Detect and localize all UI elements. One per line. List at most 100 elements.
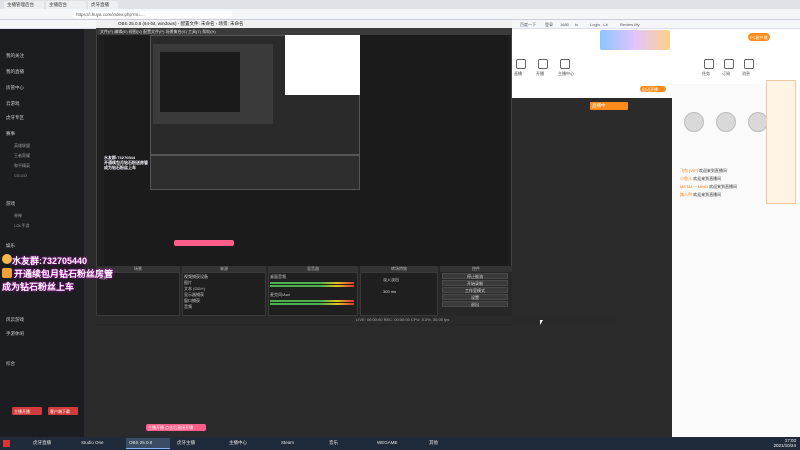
preview-overlay-text: 水友群:73270544 开通续包月钻石粉送房管 成为钻石粉丝上车 [104, 155, 154, 185]
bookmark[interactable]: 百度一下 [520, 22, 536, 28]
system-clock[interactable]: 17:03 2021/10/24 [773, 438, 796, 448]
taskbar-item[interactable]: 音乐 [326, 438, 370, 449]
chat-message: 飞鸟 [VIP] 欢迎来到直播间 [680, 168, 727, 173]
obs-status-bar: LIVE: 00:00:00 REC: 00:00:00 CPU: 5.3%, … [96, 316, 616, 324]
nested-tooltip [174, 240, 234, 246]
taskbar-item[interactable]: 主播中心 [226, 438, 274, 449]
taskbar-item[interactable]: 虎牙直播 [30, 438, 74, 449]
stream-overlay: 水友群:732705440 开通续包月钻石粉丝房管 成为钻石粉丝上车 [0, 254, 140, 294]
taskbar: 虎牙直播 Studio One OBS 25.0.8 虎牙主播 主播中心 Ste… [0, 437, 800, 450]
anchor-center-icon[interactable] [560, 59, 570, 69]
transitions-dock[interactable]: 淡入淡出 300 ms [360, 272, 438, 316]
bookmark[interactable]: Login - Lit [590, 22, 608, 27]
sidebar-grid-item[interactable]: 原神 [14, 213, 22, 219]
message-icon[interactable] [744, 59, 754, 69]
site-sidebar: 我的关注 我的直播 房管中心 云游戏 虎牙专区 赛事 英雄联盟 王者荣耀 和平精… [0, 29, 84, 437]
start-live-tooltip[interactable]: 主播开播 点击后直接开播 [146, 424, 206, 431]
subscribe-icon[interactable] [724, 59, 734, 69]
mixer-label: 桌面音频 [270, 274, 286, 279]
obs-menu-bar[interactable]: 文件(F) 编辑(E) 视图(V) 配置文件(P) 场景集合(S) 工具(T) … [96, 28, 512, 35]
header-label[interactable]: 订阅 [722, 71, 730, 77]
live-status-badge: 直播中 [590, 102, 628, 110]
header-label[interactable]: 主播中心 [558, 71, 574, 77]
url-input[interactable]: https://i.huya.com/index.php?m=... [72, 11, 232, 18]
sidebar-item[interactable]: 赛事 [6, 131, 15, 137]
settings-button[interactable]: 设置 [442, 294, 508, 300]
audio-meter [270, 282, 354, 284]
source-item[interactable]: 音频 [184, 304, 192, 310]
auto-live-tag[interactable]: 自动开播 [640, 86, 666, 92]
header-label[interactable]: 消息 [742, 71, 750, 77]
header-label[interactable]: 开播 [536, 71, 544, 77]
nested-browser [285, 35, 360, 95]
overlay-line: 成为钻石粉丝上车 [104, 165, 136, 170]
sidebar-item[interactable]: 房管中心 [6, 85, 24, 91]
download-button[interactable]: 客户端下载 [48, 407, 78, 415]
fan-avatar[interactable] [684, 112, 704, 132]
chat-message: 小鱼儿 欢迎来到直播间 [680, 176, 722, 181]
sidebar-item[interactable]: 综合 [6, 361, 15, 367]
obs-title-bar: OBS 25.0.8 (64-bit, windows) - 配置文件: 未命名… [96, 20, 512, 28]
gift-icon [2, 268, 12, 278]
stop-stream-button[interactable]: 停止推流 [442, 273, 508, 279]
chat-message: METAL~~MIND 欢迎来到直播间 [680, 184, 738, 189]
overlay-line: 水友群:732705440 [12, 256, 88, 266]
bookmark[interactable]: Review My [620, 22, 640, 27]
promo-banner[interactable] [600, 30, 670, 50]
sidebar-item[interactable]: 虎牙专区 [6, 115, 24, 121]
live-icon[interactable] [516, 59, 526, 69]
browser-tab[interactable]: 虎牙直播 [88, 1, 118, 9]
nested-preview [160, 52, 240, 112]
sidebar-grid-item[interactable]: LOL手游 [14, 223, 30, 229]
address-bar: https://i.huya.com/index.php?m=... [0, 9, 800, 20]
sidebar-grid-item[interactable]: 英雄联盟 [14, 143, 30, 149]
audio-meter [270, 285, 354, 287]
overlay-line: 开通续包月钻石粉丝房管 [14, 269, 114, 279]
clock-date: 2021/10/24 [773, 443, 796, 448]
nested-obs-docks [150, 155, 360, 190]
start-icon[interactable] [3, 440, 10, 447]
exit-button[interactable]: 退出 [442, 301, 508, 307]
taskbar-item[interactable]: Studio One [78, 438, 122, 449]
sidebar-grid-item[interactable]: 王者荣耀 [14, 153, 30, 159]
header-label[interactable]: 直播 [514, 71, 522, 77]
sidebar-item[interactable]: 游戏 [6, 201, 15, 207]
taskbar-item[interactable]: WEGAME [374, 438, 422, 449]
mouse-cursor-icon [540, 320, 543, 325]
controls-header: 控件 [440, 266, 512, 272]
browser-tab-bar: 主播管理后台 主播后台 虎牙直播 [0, 0, 800, 9]
sidebar-grid-item[interactable]: 和平精英 [14, 163, 30, 169]
sidebar-grid-item[interactable]: CS:GO [14, 173, 27, 178]
fan-avatar[interactable] [748, 112, 768, 132]
sidebar-item[interactable]: 手游休闲 [6, 331, 24, 337]
sidebar-item[interactable]: 我的关注 [6, 53, 24, 59]
task-icon[interactable] [704, 59, 714, 69]
taskbar-item[interactable]: 虎牙主播 [174, 438, 222, 449]
bookmark[interactable]: 1680 [560, 22, 569, 27]
bookmark[interactable]: tv [575, 22, 578, 27]
taskbar-item[interactable]: 其他 [426, 438, 470, 449]
studio-mode-button[interactable]: 工作室模式 [442, 287, 508, 293]
floating-ad[interactable] [766, 80, 796, 204]
sidebar-item[interactable]: 风云游戏 [6, 317, 24, 323]
browser-tab[interactable]: 主播管理后台 [4, 1, 44, 9]
sidebar-item[interactable]: 云游戏 [6, 101, 20, 107]
chat-message: 路人甲 欢迎来到直播间 [680, 192, 722, 197]
bookmark[interactable]: 登录 [545, 22, 553, 28]
duration-field[interactable]: 300 ms [383, 289, 396, 294]
taskbar-item[interactable]: OBS 25.0.8 [126, 438, 170, 449]
pc-client-button[interactable]: PC客户端 [748, 33, 770, 41]
taskbar-item[interactable]: Steam [278, 438, 322, 449]
broadcast-icon[interactable] [538, 59, 548, 69]
start-recording-button[interactable]: 开始录制 [442, 280, 508, 286]
apply-button[interactable]: 主播开播 [12, 407, 42, 415]
mixer-label: 麦克风/Aux [270, 292, 291, 297]
sidebar-item[interactable]: 娱乐 [6, 243, 15, 249]
audio-meter [270, 300, 354, 302]
fan-avatar[interactable] [716, 112, 736, 132]
browser-tab[interactable]: 主播后台 [46, 1, 86, 9]
audio-meter [270, 303, 354, 305]
header-label[interactable]: 任务 [702, 71, 710, 77]
transition-select[interactable]: 淡入淡出 [383, 277, 399, 283]
sidebar-item[interactable]: 我的直播 [6, 69, 24, 75]
